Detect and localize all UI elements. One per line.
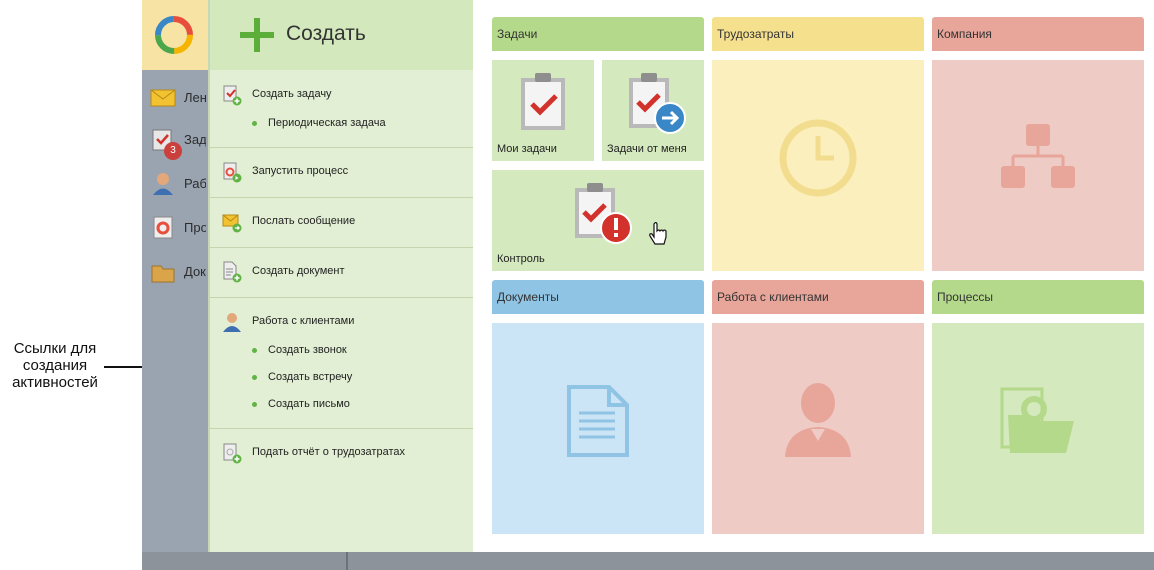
bullet-dot bbox=[252, 402, 257, 407]
process-icon bbox=[153, 216, 173, 239]
start-process-label: Запустить процесс bbox=[252, 165, 349, 177]
documents-tile[interactable] bbox=[492, 323, 704, 534]
divider bbox=[210, 428, 473, 429]
clipboard-forward-icon bbox=[629, 73, 686, 134]
documents-tile-title: Документы bbox=[497, 290, 559, 304]
sidebar-item-processes[interactable]: Процессы bbox=[142, 208, 208, 248]
labor-report-label: Подать отчёт о трудозатратах bbox=[252, 446, 405, 458]
create-task-link[interactable]: Создать задачу bbox=[210, 84, 473, 106]
divider bbox=[210, 197, 473, 198]
clipboard-alert-icon bbox=[575, 183, 632, 244]
create-letter-label: Создать письмо bbox=[268, 398, 350, 410]
sidebar-item-label: Задачи bbox=[184, 132, 206, 147]
person-icon bbox=[153, 173, 173, 195]
process-folder-icon bbox=[1000, 387, 1074, 453]
sidebar-item-documents[interactable]: Документы bbox=[142, 252, 208, 292]
clients-tile-title: Работа с клиентами bbox=[717, 290, 829, 304]
tasks-from-me-label: Задачи от меня bbox=[607, 143, 687, 155]
client-work-label: Работа с клиентами bbox=[252, 315, 355, 327]
report-add-icon bbox=[223, 443, 242, 464]
labor-report-link[interactable]: Подать отчёт о трудозатратах bbox=[210, 442, 473, 464]
company-tile-title: Компания bbox=[937, 27, 992, 41]
tasks-tile-header[interactable]: Задачи bbox=[492, 17, 704, 51]
create-meeting-link[interactable]: Создать встречу bbox=[210, 369, 473, 387]
periodic-task-link[interactable]: Периодическая задача bbox=[210, 115, 473, 133]
create-title: Создать bbox=[286, 22, 366, 45]
folder-icon bbox=[151, 265, 175, 283]
periodic-task-label: Периодическая задача bbox=[268, 117, 386, 129]
company-tile[interactable] bbox=[932, 60, 1144, 271]
sidebar-item-label: Лента bbox=[184, 90, 206, 105]
annotation-line-1: Ссылки для bbox=[13, 340, 97, 357]
divider bbox=[210, 297, 473, 298]
tasks-from-me-tile[interactable]: Задачи от меня bbox=[602, 60, 704, 161]
divider bbox=[210, 247, 473, 248]
processes-tile-header[interactable]: Процессы bbox=[932, 280, 1144, 314]
client-work-link[interactable]: Работа с клиентами bbox=[210, 311, 473, 333]
control-label: Контроль bbox=[497, 253, 545, 265]
clients-tile-header[interactable]: Работа с клиентами bbox=[712, 280, 924, 314]
client-person-icon bbox=[785, 383, 851, 457]
labor-tile-title: Трудозатраты bbox=[717, 27, 794, 41]
app-logo-button[interactable] bbox=[142, 0, 208, 70]
processes-tile-title: Процессы bbox=[937, 290, 994, 304]
create-document-link[interactable]: Создать документ bbox=[210, 261, 473, 283]
sidebar-item-label: Документы bbox=[184, 264, 206, 279]
clock-icon bbox=[779, 119, 857, 197]
clients-tile[interactable] bbox=[712, 323, 924, 534]
start-process-link[interactable]: Запустить процесс bbox=[210, 161, 473, 183]
tasks-tile-title: Задачи bbox=[497, 27, 538, 41]
create-document-label: Создать документ bbox=[252, 265, 345, 277]
create-task-label: Создать задачу bbox=[252, 88, 332, 100]
tasks-count-badge: 3 bbox=[164, 142, 182, 160]
bottom-status-bar bbox=[142, 552, 1154, 570]
divider bbox=[210, 147, 473, 148]
processes-tile[interactable] bbox=[932, 323, 1144, 534]
bullet-dot bbox=[252, 121, 257, 126]
documents-tile-header[interactable]: Документы bbox=[492, 280, 704, 314]
clipboard-check-icon bbox=[521, 73, 565, 130]
annotation-line-2: создания bbox=[22, 357, 88, 374]
my-tasks-label: Мои задачи bbox=[497, 143, 557, 155]
hand-cursor-icon bbox=[649, 222, 667, 245]
document-icon bbox=[567, 385, 629, 457]
annotation-line-3: активностей bbox=[12, 374, 98, 391]
create-panel: Создать Создать задачу Периодическая зад… bbox=[208, 0, 473, 552]
create-letter-link[interactable]: Создать письмо bbox=[210, 396, 473, 414]
sidebar-item-feed[interactable]: Лента bbox=[142, 78, 208, 118]
create-meeting-label: Создать встречу bbox=[268, 371, 353, 383]
task-add-icon bbox=[223, 85, 242, 106]
org-chart-icon bbox=[1001, 124, 1075, 188]
create-header[interactable]: Создать bbox=[210, 0, 473, 70]
sidebar-item-tasks[interactable]: 3 Задачи bbox=[142, 120, 208, 160]
sidebar-item-label: Процессы bbox=[184, 220, 206, 235]
sidebar-item-work[interactable]: Работа bbox=[142, 164, 208, 204]
sidebar-item-label: Работа bbox=[184, 176, 206, 191]
labor-tile[interactable] bbox=[712, 60, 924, 271]
status-bar-divider bbox=[346, 552, 348, 570]
logo-icon bbox=[155, 16, 193, 54]
create-call-link[interactable]: Создать звонок bbox=[210, 342, 473, 360]
create-call-label: Создать звонок bbox=[268, 344, 347, 356]
send-message-link[interactable]: Послать сообщение bbox=[210, 211, 473, 233]
mail-icon bbox=[150, 89, 176, 107]
company-tile-header[interactable]: Компания bbox=[932, 17, 1144, 51]
send-message-label: Послать сообщение bbox=[252, 215, 356, 227]
plus-icon bbox=[240, 18, 274, 52]
process-start-icon bbox=[223, 162, 242, 183]
screen: Ссылки для создания активностей Лента 3 … bbox=[0, 0, 1154, 570]
message-add-icon bbox=[222, 214, 242, 233]
document-add-icon bbox=[223, 261, 242, 283]
my-tasks-tile[interactable]: Мои задачи bbox=[492, 60, 594, 161]
annotation-text: Ссылки для создания активностей bbox=[0, 340, 110, 391]
client-icon bbox=[223, 313, 241, 332]
labor-tile-header[interactable]: Трудозатраты bbox=[712, 17, 924, 51]
bullet-dot bbox=[252, 348, 257, 353]
dashboard-tiles: Задачи Мои задачи Задачи от меня Контрол… bbox=[473, 0, 1154, 552]
bullet-dot bbox=[252, 375, 257, 380]
control-tile[interactable]: Контроль bbox=[492, 170, 704, 271]
